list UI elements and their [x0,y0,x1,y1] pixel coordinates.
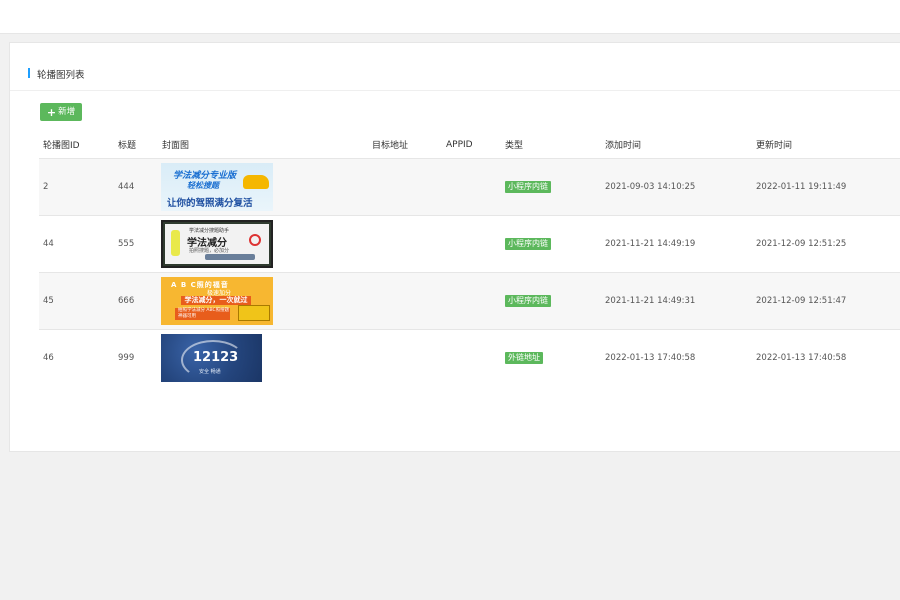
no-entry-sign-icon [249,234,261,246]
cell-created: 2021-11-21 14:49:19 [601,215,752,273]
cell-id: 46 [43,353,54,363]
col-header-title: 标题 [114,131,158,159]
carousel-table: 轮播图ID 标题 封面图 目标地址 APPID 类型 添加时间 更新时间 2 4… [39,131,900,386]
cover-inner: 学法减分搜题助手 学法减分 拍照搜题，必加分 [165,224,269,264]
cell-target-url [368,158,442,216]
add-button-label: 新增 [58,107,76,117]
cell-type: 小程序内链 [501,272,601,330]
cell-created: 2021-11-21 14:49:31 [601,272,752,330]
panel-header: 轮播图列表 [10,43,900,91]
col-header-created: 添加时间 [601,131,752,159]
cell-title: 444 [114,158,158,216]
add-button[interactable]: + 新增 [40,103,82,121]
cell-appid [442,215,501,273]
cover-text: 轻松搜题 [187,181,219,190]
page-title: 轮播图列表 [37,70,85,81]
cover-image[interactable]: 学法减分专业版 轻松搜题 让你的驾照满分复活 [161,163,273,211]
car-illustration [243,175,269,189]
col-header-id: 轮播图ID [39,131,114,159]
table-row[interactable]: 45 666 A B C照的福音 极速加分 学法减分，一次就过 拍照学法减分 A… [39,272,900,330]
table-header-row: 轮播图ID 标题 封面图 目标地址 APPID 类型 添加时间 更新时间 [39,131,900,159]
cell-updated: 2022-01-11 19:11:49 [752,158,900,216]
type-badge: 小程序内链 [505,181,551,193]
cover-image[interactable]: A B C照的福音 极速加分 学法减分，一次就过 拍照学法减分 ABC照搜题神器… [161,277,273,325]
col-header-appid: APPID [442,131,501,159]
table-row[interactable]: 2 444 学法减分专业版 轻松搜题 让你的驾照满分复活 小程序内链 2021-… [39,158,900,216]
cell-target-url [368,272,442,330]
cover-text: 安全 畅通 [199,369,221,375]
cover-text: 学法减分搜题助手 [189,228,230,234]
cell-id: 2 [39,158,114,216]
cell-appid [442,158,501,216]
type-badge: 小程序内链 [505,238,551,250]
cell-target-url [368,330,442,387]
cell-type: 小程序内链 [501,215,601,273]
cell-created: 2022-01-13 17:40:58 [605,353,696,363]
cover-text: 学法减分，一次就过 [181,296,251,305]
carousel-list-panel: 轮播图列表 + 新增 轮播图ID 标题 封面图 目标地址 APPID 类型 添加… [9,42,900,452]
cell-updated: 2022-01-13 17:40:58 [756,353,847,363]
cover-text: 12123 [193,350,239,365]
cell-cover: 12123 安全 畅通 [158,330,368,387]
cell-appid [442,330,501,387]
cover-text: 让你的驾照满分复活 [167,198,253,209]
cover-image[interactable]: 学法减分搜题助手 学法减分 拍照搜题，必加分 [161,220,273,268]
cell-id: 44 [39,215,114,273]
cell-id: 45 [39,272,114,330]
cover-text: 拍照搜题，必加分 [189,248,230,254]
cell-updated: 2021-12-09 12:51:25 [752,215,900,273]
cell-cover: A B C照的福音 极速加分 学法减分，一次就过 拍照学法减分 ABC照搜题神器… [158,272,368,330]
cell-title: 666 [114,272,158,330]
cell-target-url [368,215,442,273]
cell-updated: 2021-12-09 12:51:47 [752,272,900,330]
col-header-target-url: 目标地址 [368,131,442,159]
cell-cover: 学法减分专业版 轻松搜题 让你的驾照满分复活 [158,158,368,216]
col-header-type: 类型 [501,131,601,159]
plus-icon: + [46,105,57,119]
cell-title: 555 [114,215,158,273]
cell-type: 小程序内链 [501,158,601,216]
cover-image[interactable]: 12123 安全 畅通 [161,334,262,382]
cell-cover: 学法减分搜题助手 学法减分 拍照搜题，必加分 [158,215,368,273]
col-header-updated: 更新时间 [752,131,900,159]
title-accent-bar [28,68,30,78]
truck-illustration [238,305,270,321]
top-bar [0,0,900,34]
cell-appid [442,272,501,330]
col-header-cover: 封面图 [158,131,368,159]
cover-text: 拍照学法减分 ABC照搜题神器可用 [175,308,230,320]
cars-illustration [205,254,255,260]
type-badge: 小程序内链 [505,295,551,307]
cell-type: 外链地址 [501,330,601,387]
cell-created: 2021-09-03 14:10:25 [601,158,752,216]
type-badge: 外链地址 [505,352,543,364]
table-row[interactable]: 46 999 12123 安全 畅通 外链地址 2022-01-13 17:40… [39,330,900,387]
traffic-officer-illustration [171,230,180,256]
cell-title: 999 [118,353,135,363]
table-row[interactable]: 44 555 学法减分搜题助手 学法减分 拍照搜题，必加分 小程序内链 2021… [39,215,900,273]
